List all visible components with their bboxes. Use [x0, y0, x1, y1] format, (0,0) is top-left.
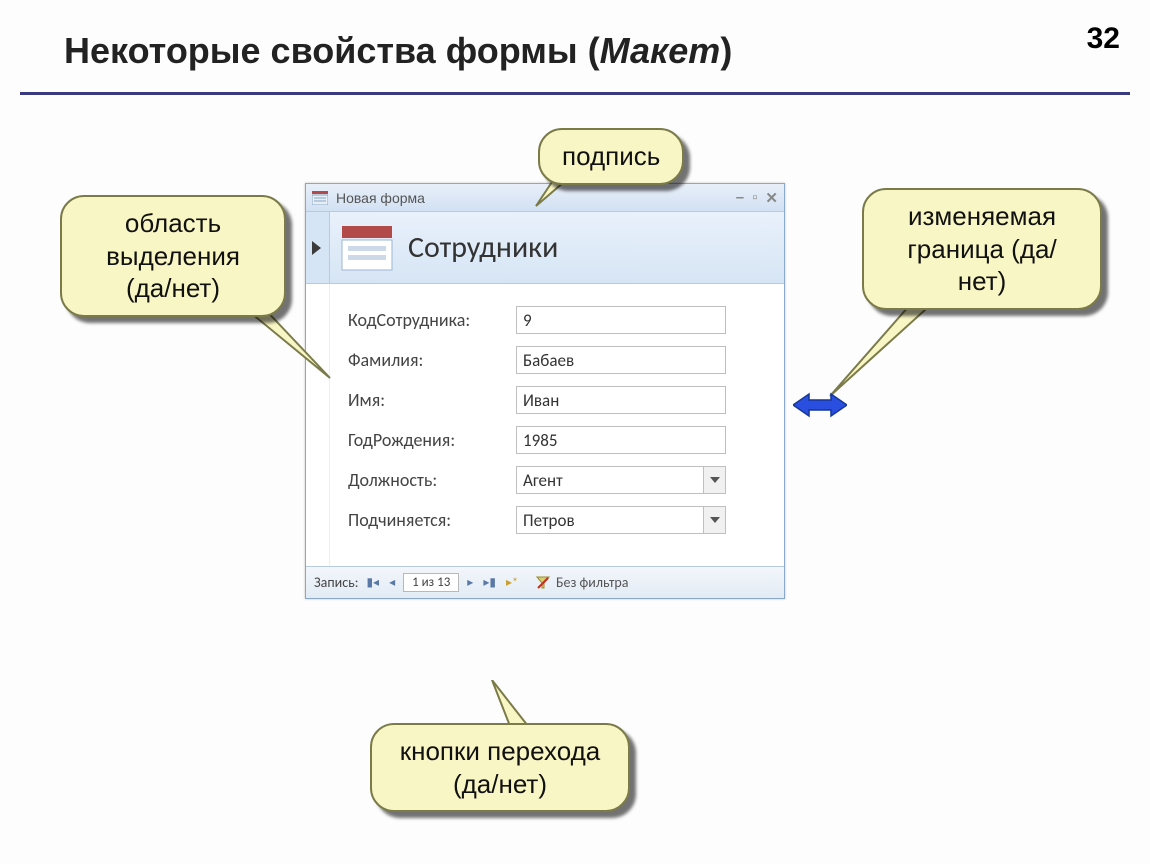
callout-nav-buttons: кнопки перехода (да/нет) — [370, 723, 630, 812]
funnel-x-icon — [536, 576, 550, 590]
minimize-button[interactable]: – — [736, 189, 744, 207]
callout-selection-area-text: область выделения (да/нет) — [106, 208, 240, 303]
form-header-icon — [340, 224, 394, 272]
close-button[interactable]: ✕ — [765, 189, 778, 207]
record-nav-label: Запись: — [314, 574, 358, 591]
field-input-kod[interactable]: 9 — [516, 306, 726, 334]
maximize-button[interactable]: ▫ — [752, 189, 757, 207]
slide-title-main: Некоторые свойства формы ( — [64, 30, 600, 71]
nav-first-button[interactable]: ▮◂ — [364, 575, 381, 590]
nav-prev-button[interactable]: ◂ — [387, 575, 397, 590]
field-combo-dolzhnost[interactable]: Агент — [516, 466, 726, 494]
resize-arrow-icon — [793, 390, 847, 420]
field-label: КодСотрудника: — [348, 309, 470, 331]
form-body: КодСотрудника: 9 Фамилия: Бабаев Имя: Ив… — [306, 284, 784, 566]
field-combo-podchinyaetsya[interactable]: Петров — [516, 506, 726, 534]
callout-resizable-border-text: изменяемая граница (да/нет) — [907, 201, 1056, 296]
form-window-icon — [312, 191, 328, 205]
field-input-familia[interactable]: Бабаев — [516, 346, 726, 374]
callout-resizable-border: изменяемая граница (да/нет) — [862, 188, 1102, 310]
callout-selection-area-tail — [240, 304, 360, 394]
title-underline — [20, 92, 1130, 95]
callout-selection-area: область выделения (да/нет) — [60, 195, 286, 317]
callout-caption-text: подпись — [562, 141, 660, 171]
record-position-box[interactable]: 1 из 13 — [403, 573, 459, 592]
field-label: Должность: — [348, 469, 437, 491]
chevron-down-icon — [710, 477, 720, 483]
slide-title: Некоторые свойства формы (Макет) — [64, 30, 732, 72]
form-titlebar-text: Новая форма — [336, 190, 425, 206]
slide-number: 32 — [1087, 22, 1120, 56]
form-header: Сотрудники — [306, 212, 784, 284]
nav-new-button[interactable]: ▸* — [504, 575, 520, 590]
dropdown-button[interactable] — [703, 507, 725, 533]
nav-last-button[interactable]: ▸▮ — [481, 575, 498, 590]
no-filter-indicator[interactable]: Без фильтра — [536, 574, 629, 591]
callout-nav-buttons-text: кнопки перехода (да/нет) — [400, 736, 601, 799]
slide-title-close: ) — [720, 30, 732, 71]
field-label: Подчиняется: — [348, 509, 451, 531]
field-input-god[interactable]: 1985 — [516, 426, 726, 454]
slide-title-italic: Макет — [600, 30, 721, 71]
field-input-imya[interactable]: Иван — [516, 386, 726, 414]
fields-grid: КодСотрудника: 9 Фамилия: Бабаев Имя: Ив… — [330, 284, 784, 566]
record-selector-icon — [312, 241, 321, 255]
access-form-window: Новая форма – ▫ ✕ Сотрудники КодСотрудни… — [305, 183, 785, 599]
dropdown-button[interactable] — [703, 467, 725, 493]
record-selector[interactable] — [306, 212, 330, 283]
form-heading: Сотрудники — [408, 229, 558, 266]
record-navigation-bar: Запись: ▮◂ ◂ 1 из 13 ▸ ▸▮ ▸* Без фильтра — [306, 566, 784, 598]
callout-caption: подпись — [538, 128, 684, 185]
field-label: ГодРождения: — [348, 429, 455, 451]
chevron-down-icon — [710, 517, 720, 523]
nav-next-button[interactable]: ▸ — [465, 575, 475, 590]
no-filter-text: Без фильтра — [556, 574, 629, 591]
